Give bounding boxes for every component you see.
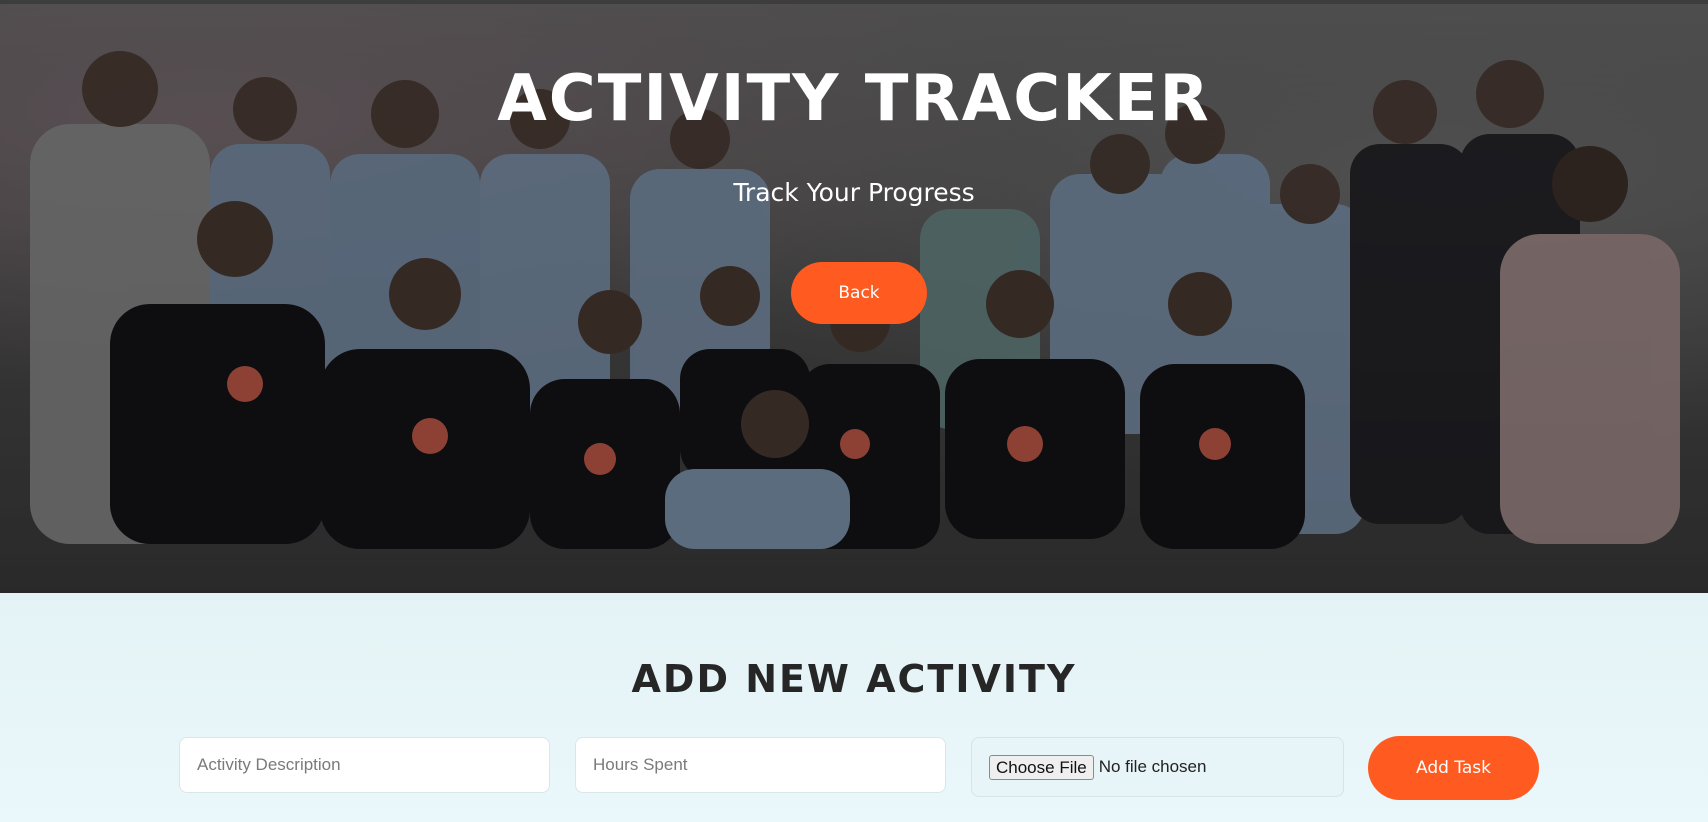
hours-spent-input[interactable] (575, 737, 946, 793)
add-activity-title: ADD NEW ACTIVITY (631, 657, 1077, 701)
file-status-text: No file chosen (1098, 757, 1207, 776)
choose-file-button[interactable]: Choose File (989, 754, 1094, 780)
add-activity-section: ADD NEW ACTIVITY Choose File No file cho… (0, 593, 1708, 822)
page-title: ACTIVITY TRACKER (497, 62, 1211, 136)
file-upload-field: Choose File No file chosen (971, 737, 1344, 797)
add-task-button[interactable]: Add Task (1368, 736, 1539, 800)
hero-banner: ACTIVITY TRACKER Track Your Progress Bac… (0, 4, 1708, 593)
back-button[interactable]: Back (791, 262, 927, 324)
activity-description-input[interactable] (179, 737, 550, 793)
page-subtitle: Track Your Progress (733, 178, 975, 207)
